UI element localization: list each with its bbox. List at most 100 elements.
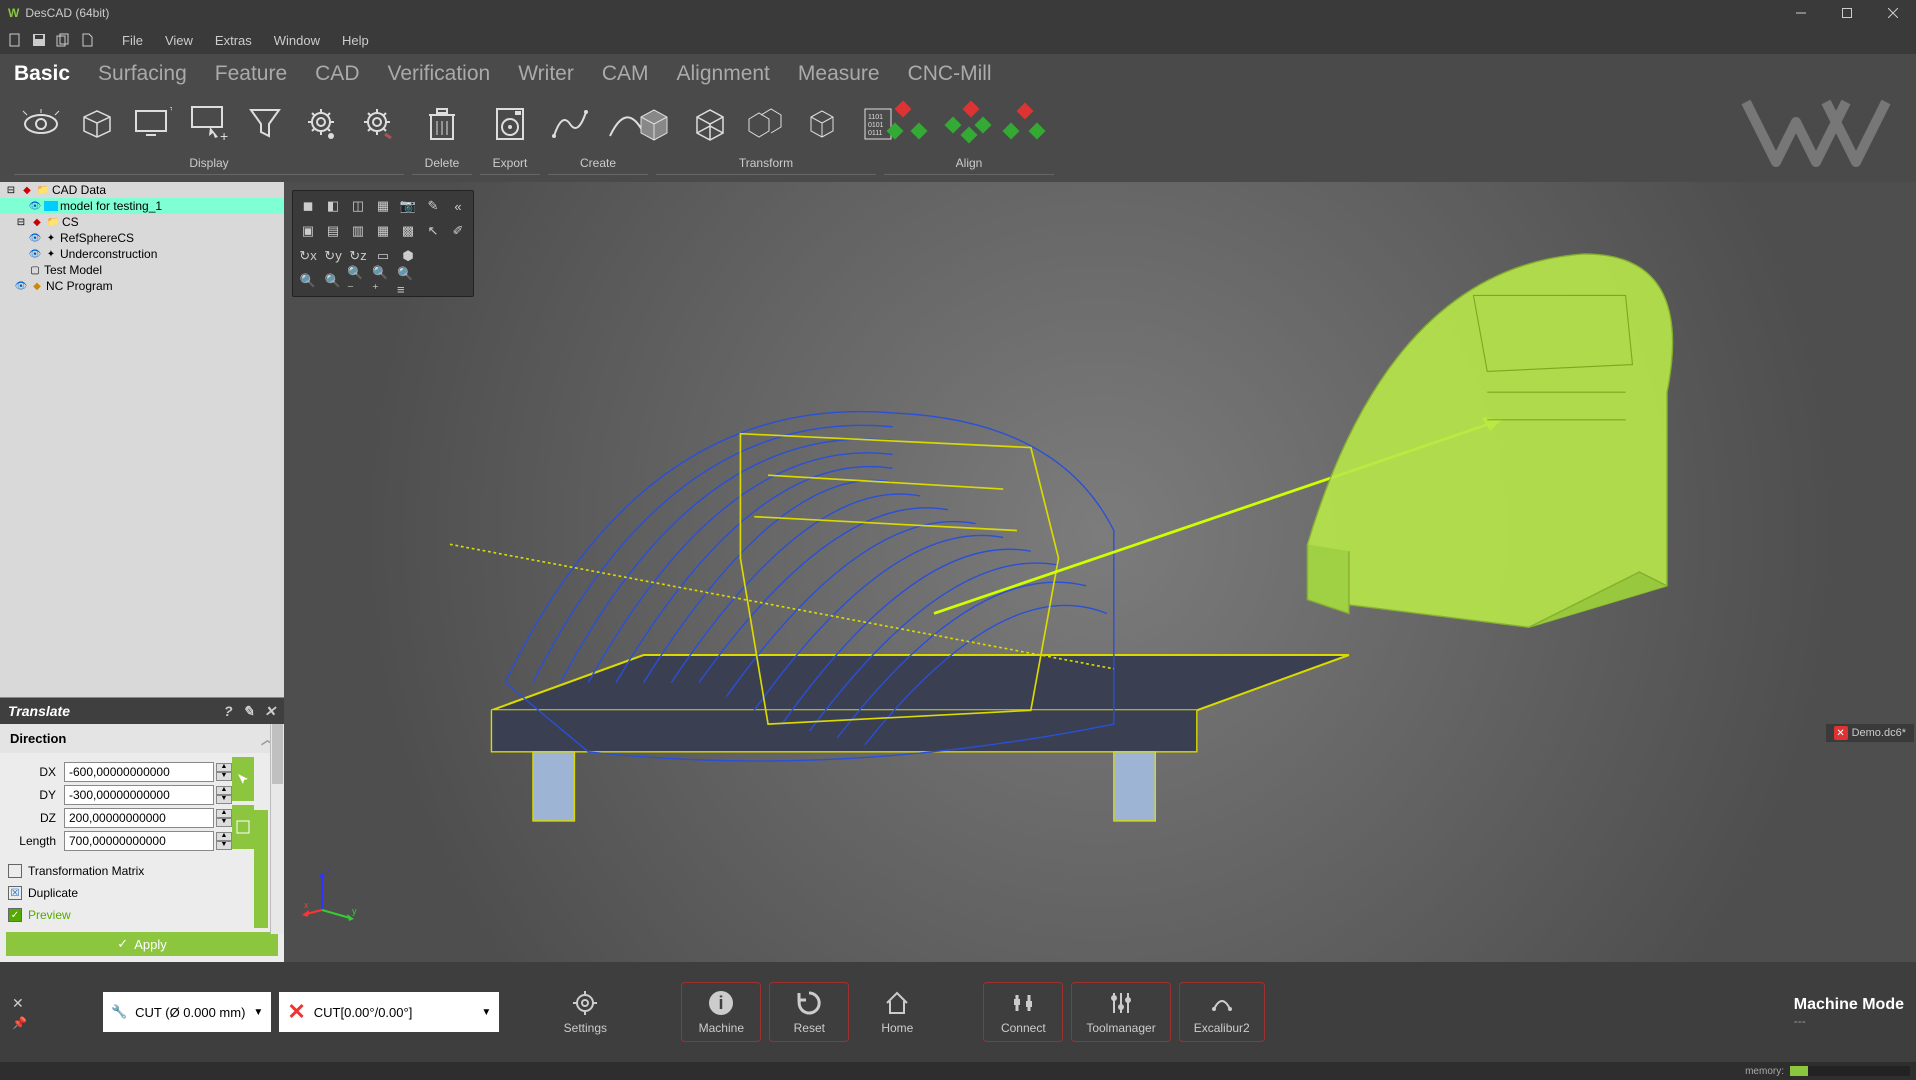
dx-spinner[interactable]: ▲▼ bbox=[216, 763, 232, 781]
svg-text:0111: 0111 bbox=[868, 130, 883, 137]
close-icon[interactable]: ✕ bbox=[264, 703, 276, 720]
trash-icon[interactable] bbox=[418, 100, 466, 148]
3d-viewport[interactable]: ◼ ◧ ◫ ▦ 📷 ✎ « ▣ ▤ ▥ ▦ ▩ ↖ ✐ ↻x ↻y ↻z ▭ ⬢… bbox=[284, 182, 1916, 962]
eye-icon[interactable]: 👁 bbox=[28, 231, 42, 245]
edit-icon[interactable]: ✎ bbox=[243, 703, 255, 720]
dy-input[interactable] bbox=[64, 785, 214, 805]
dz-spinner[interactable]: ▲▼ bbox=[216, 809, 232, 827]
tree-item[interactable]: ⊟ ◆ 📁 CS bbox=[0, 214, 284, 230]
length-input[interactable] bbox=[64, 831, 214, 851]
checkbox-icon[interactable] bbox=[8, 864, 22, 878]
panel-scrollbar[interactable] bbox=[270, 724, 284, 934]
spline-icon[interactable] bbox=[546, 100, 594, 148]
menu-extras[interactable]: Extras bbox=[205, 29, 262, 52]
length-spinner[interactable]: ▲▼ bbox=[216, 832, 232, 850]
section-direction[interactable]: Direction ︿ bbox=[0, 724, 284, 753]
toolmanager-button[interactable]: Toolmanager bbox=[1071, 982, 1170, 1042]
minimize-button[interactable] bbox=[1778, 0, 1824, 26]
menu-view[interactable]: View bbox=[155, 29, 203, 52]
tree-label: NC Program bbox=[46, 279, 113, 293]
monitor-cursor-icon[interactable]: + bbox=[185, 100, 233, 148]
connect-button[interactable]: Connect bbox=[983, 982, 1063, 1042]
ribbon-tabs: Basic Surfacing Feature CAD Verification… bbox=[0, 54, 1916, 92]
collapse-icon[interactable]: ⊟ bbox=[14, 215, 28, 229]
settings-button[interactable]: Settings bbox=[545, 982, 625, 1042]
document-tab[interactable]: ✕ Demo.dc6* bbox=[1826, 724, 1914, 742]
tab-feature[interactable]: Feature bbox=[215, 62, 287, 92]
funnel-icon[interactable] bbox=[241, 100, 289, 148]
save-icon[interactable] bbox=[30, 31, 48, 49]
tree-label: Test Model bbox=[44, 263, 102, 277]
view-eye-icon[interactable] bbox=[17, 100, 65, 148]
preview-check[interactable]: ✓ Preview bbox=[0, 904, 284, 926]
dx-input[interactable] bbox=[64, 762, 214, 782]
pin-icon[interactable]: 📌 bbox=[12, 1016, 27, 1030]
tab-writer[interactable]: Writer bbox=[518, 62, 574, 92]
close-panel-icon[interactable]: ✕ bbox=[12, 995, 26, 1012]
pick-direction-button[interactable] bbox=[232, 757, 254, 801]
help-icon[interactable]: ? bbox=[224, 703, 233, 720]
box-icon[interactable] bbox=[73, 100, 121, 148]
menu-help[interactable]: Help bbox=[332, 29, 379, 52]
apply-button[interactable]: ✓ Apply bbox=[6, 932, 278, 956]
menu-window[interactable]: Window bbox=[264, 29, 330, 52]
panel-title-bar[interactable]: Translate ? ✎ ✕ bbox=[0, 698, 284, 724]
menu-file[interactable]: File bbox=[112, 29, 153, 52]
tab-cam[interactable]: CAM bbox=[602, 62, 649, 92]
excalibur-label: Excalibur2 bbox=[1194, 1021, 1250, 1035]
panel-accent-strip bbox=[254, 810, 268, 928]
home-button[interactable]: Home bbox=[857, 982, 937, 1042]
eye-icon[interactable]: 👁 bbox=[28, 199, 42, 213]
gear-icon[interactable] bbox=[297, 100, 345, 148]
model-tree[interactable]: ⊟ ◆ 📁 CAD Data 👁 model for testing_1 ⊟ ◆… bbox=[0, 182, 284, 432]
dy-spinner[interactable]: ▲▼ bbox=[216, 786, 232, 804]
gear2-icon[interactable] bbox=[353, 100, 401, 148]
tab-cnc-mill[interactable]: CNC-Mill bbox=[908, 62, 992, 92]
excalibur-button[interactable]: Excalibur2 bbox=[1179, 982, 1265, 1042]
checkbox-icon[interactable]: ✓ bbox=[8, 908, 22, 922]
tree-root[interactable]: ⊟ ◆ 📁 CAD Data bbox=[0, 182, 284, 198]
eye-icon[interactable]: 👁 bbox=[28, 247, 42, 261]
page-icon[interactable] bbox=[78, 31, 96, 49]
cube-wire-icon[interactable] bbox=[686, 100, 734, 148]
cube-solid-icon[interactable] bbox=[630, 100, 678, 148]
align1-icon[interactable] bbox=[889, 100, 937, 148]
tab-cad[interactable]: CAD bbox=[315, 62, 359, 92]
duplicate-check[interactable]: ☒ Duplicate bbox=[0, 882, 284, 904]
transformation-matrix-check[interactable]: Transformation Matrix bbox=[0, 860, 284, 882]
disk-icon[interactable] bbox=[486, 100, 534, 148]
tree-item[interactable]: ▢ Test Model bbox=[0, 262, 284, 278]
tab-basic[interactable]: Basic bbox=[14, 62, 70, 92]
align2-icon[interactable] bbox=[945, 100, 993, 148]
tab-surfacing[interactable]: Surfacing bbox=[98, 62, 187, 92]
tool-select-1[interactable]: 🔧 CUT (Ø 0.000 mm) ▼ bbox=[103, 992, 271, 1032]
copy-icon[interactable] bbox=[54, 31, 72, 49]
checkbox-icon[interactable]: ☒ bbox=[8, 886, 22, 900]
dz-input[interactable] bbox=[64, 808, 214, 828]
tree-item[interactable]: 👁 ✦ Underconstruction bbox=[0, 246, 284, 262]
reset-button[interactable]: Reset bbox=[769, 982, 849, 1042]
group-transform-label: Transform bbox=[739, 156, 793, 172]
align3-icon[interactable] bbox=[1001, 100, 1049, 148]
layer-icon bbox=[44, 201, 58, 211]
close-doc-icon[interactable]: ✕ bbox=[1834, 726, 1848, 740]
maximize-button[interactable] bbox=[1824, 0, 1870, 26]
cube-small-icon[interactable] bbox=[798, 100, 846, 148]
tab-measure[interactable]: Measure bbox=[798, 62, 880, 92]
cube-double-icon[interactable] bbox=[742, 100, 790, 148]
tree-item[interactable]: 👁 model for testing_1 bbox=[0, 198, 284, 214]
tool-select-2[interactable]: ✕ CUT[0.00°/0.00°] ▼ bbox=[279, 992, 499, 1032]
tab-alignment[interactable]: Alignment bbox=[677, 62, 770, 92]
folder-icon: 📁 bbox=[36, 183, 50, 197]
eye-icon[interactable]: 👁 bbox=[14, 279, 28, 293]
tree-item[interactable]: 👁 ◆ NC Program bbox=[0, 278, 284, 294]
tab-verification[interactable]: Verification bbox=[387, 62, 490, 92]
check-label: Duplicate bbox=[28, 886, 78, 900]
new-icon[interactable] bbox=[6, 31, 24, 49]
pick-target-button[interactable] bbox=[232, 805, 254, 849]
collapse-icon[interactable]: ⊟ bbox=[4, 183, 18, 197]
tree-item[interactable]: 👁 ✦ RefSphereCS bbox=[0, 230, 284, 246]
machine-button[interactable]: i Machine bbox=[681, 982, 761, 1042]
close-button[interactable] bbox=[1870, 0, 1916, 26]
monitor-icon[interactable]: * bbox=[129, 100, 177, 148]
